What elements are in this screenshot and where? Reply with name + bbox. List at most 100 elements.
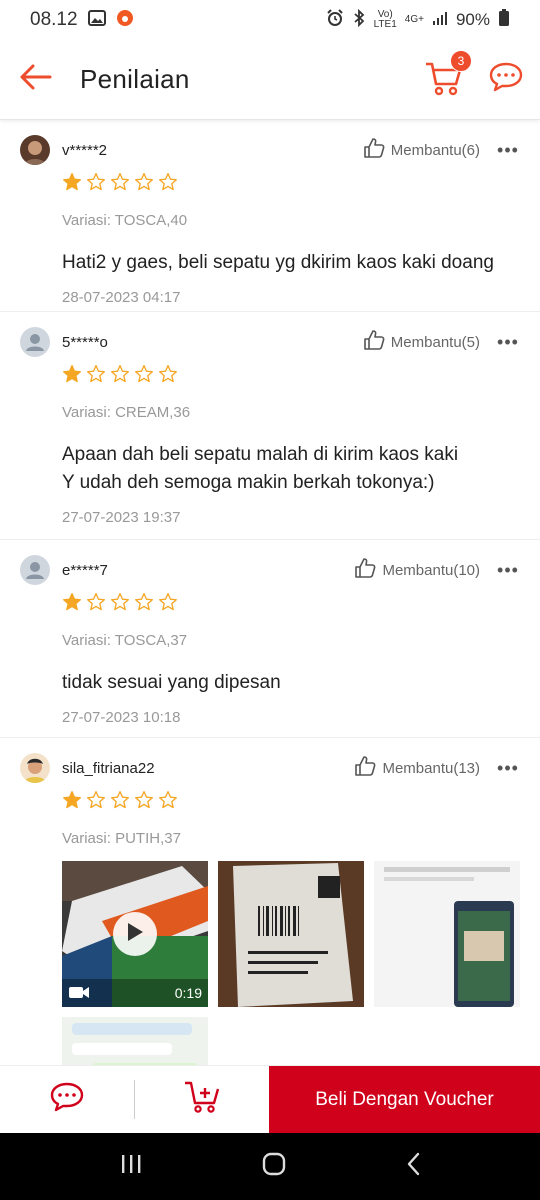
helpful-button[interactable]: Membantu(6) [363,137,480,163]
avatar[interactable] [20,327,50,357]
review-item: e*****7 Membantu(10) ••• Variasi: TOSCA,… [0,540,540,738]
more-options-icon[interactable]: ••• [494,758,522,779]
star-empty-icon [111,593,129,611]
video-duration: 0:19 [174,985,202,1001]
star-empty-icon [159,365,177,383]
review-item: sila_fitriana22 Membantu(13) ••• Variasi… [0,738,540,1065]
review-date: 28-07-2023 04:17 [62,289,181,306]
review-photo[interactable] [374,861,520,1007]
back-button[interactable] [0,40,70,120]
home-icon[interactable] [261,1152,287,1181]
helpful-count: Membantu(5) [390,333,480,351]
rating-stars [62,790,522,810]
thumbs-up-icon [363,137,385,163]
helpful-count: Membantu(13) [382,759,480,777]
rating-stars [62,592,522,612]
more-options-icon[interactable]: ••• [494,332,522,353]
star-empty-icon [87,791,106,809]
chat-icon [49,1081,85,1118]
star-empty-icon [135,365,153,383]
play-button[interactable] [113,912,157,956]
bluetooth-icon [352,8,366,32]
play-icon [125,921,145,948]
helpful-count: Membantu(6) [390,141,480,159]
reviews-list[interactable]: v*****2 Membantu(6) ••• Variasi: TOSCA,4… [0,120,540,1065]
star-empty-icon [111,173,129,191]
thumbs-up-icon [354,557,376,583]
star-empty-icon [111,791,129,809]
cart-icon [424,62,464,102]
star-filled-icon [63,173,82,191]
helpful-button[interactable]: Membantu(13) [354,755,480,781]
helpful-button[interactable]: Membantu(5) [363,329,480,355]
star-empty-icon [159,593,177,611]
star-empty-icon [87,365,106,383]
network-type: 4G+ [404,14,424,25]
review-photo[interactable] [218,861,364,1007]
add-to-cart-button[interactable] [135,1066,269,1133]
star-empty-icon [159,791,177,809]
alarm-icon [326,8,344,32]
status-bar: 08.12 Vo) LTE1 4G+ 90% [0,0,540,40]
chat-icon [488,62,524,97]
star-empty-icon [87,173,106,191]
rating-stars [62,364,522,384]
lte-label: LTE1 [373,19,397,30]
avatar[interactable] [20,753,50,783]
back-nav-icon[interactable] [405,1152,421,1181]
more-options-icon[interactable]: ••• [494,560,522,581]
review-item: 5*****o Membantu(5) ••• Variasi: CREAM,3… [0,312,540,540]
bottom-action-bar: Beli Dengan Voucher [0,1065,540,1133]
chat-seller-button[interactable] [0,1066,134,1133]
review-item: v*****2 Membantu(6) ••• Variasi: TOSCA,4… [0,120,540,312]
star-filled-icon [63,791,82,809]
battery-icon [498,8,510,32]
signal-icon [432,10,448,31]
more-options-icon[interactable]: ••• [494,140,522,161]
star-filled-icon [63,365,82,383]
comment-line: tidak sesuai yang dipesan [62,672,281,693]
star-empty-icon [135,791,153,809]
review-comment: tidak sesuai yang dipesan [62,669,522,697]
avatar[interactable] [20,135,50,165]
rating-stars [62,172,522,192]
star-empty-icon [159,173,177,191]
review-video-thumbnail[interactable]: 0:19 [62,861,208,1007]
star-empty-icon [111,365,129,383]
app-bar: Penilaian 3 [0,40,540,120]
cart-button[interactable]: 3 [424,49,472,102]
video-info-bar: 0:19 [62,979,208,1007]
back-arrow-icon [18,63,52,96]
variant-label: Variasi: TOSCA,40 [62,212,188,229]
comment-line: Hati2 y gaes, beli sepatu yg dkirim kaos… [62,252,494,273]
comment-line: Y udah deh semoga makin berkah tokonya:) [62,472,435,493]
thumbs-up-icon [354,755,376,781]
review-comment: Apaan dah beli sepatu malah di kirim kao… [62,441,522,497]
star-filled-icon [63,593,82,611]
comment-line: Apaan dah beli sepatu malah di kirim kao… [62,444,459,465]
star-empty-icon [87,593,106,611]
add-to-cart-icon [183,1079,221,1120]
username: e*****7 [62,561,108,579]
avatar[interactable] [20,555,50,585]
thumbs-up-icon [363,329,385,355]
recent-apps-icon[interactable] [119,1153,143,1180]
username: 5*****o [62,333,108,351]
battery-percent: 90% [455,10,490,29]
chat-button[interactable] [488,61,524,98]
review-media-grid: 0:19 [62,861,522,1065]
page-title: Penilaian [80,64,190,94]
status-time: 08.12 [30,9,78,30]
star-empty-icon [135,593,153,611]
helpful-count: Membantu(10) [382,561,480,579]
review-date: 27-07-2023 19:37 [62,509,181,526]
helpful-button[interactable]: Membantu(10) [354,557,480,583]
variant-label: Variasi: TOSCA,37 [62,632,188,649]
buy-with-voucher-button[interactable]: Beli Dengan Voucher [269,1066,540,1133]
review-date: 27-07-2023 10:18 [62,709,181,726]
review-comment: Hati2 y gaes, beli sepatu yg dkirim kaos… [62,249,522,277]
review-photo[interactable] [62,1017,208,1065]
variant-label: Variasi: PUTIH,37 [62,830,181,847]
cart-count-badge: 3 [450,49,472,72]
video-camera-icon [68,984,90,1003]
